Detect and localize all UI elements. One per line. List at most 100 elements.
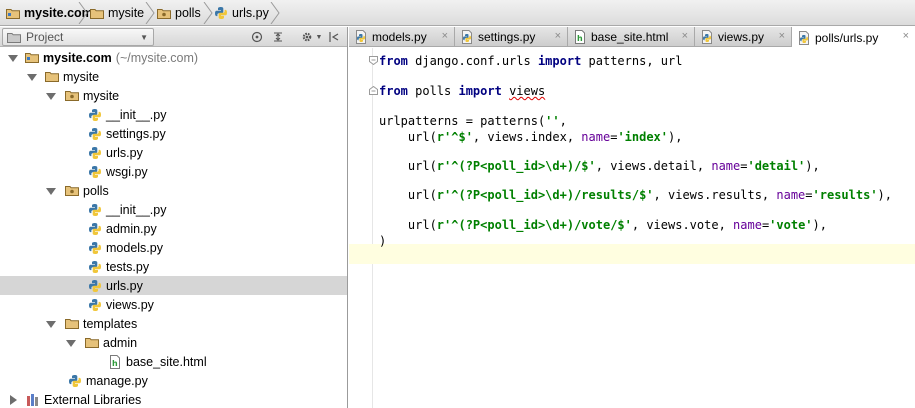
tree-item-label: polls (83, 183, 109, 198)
code-token: url( (379, 159, 437, 173)
project-view-selector[interactable]: Project ▼ (2, 28, 154, 46)
tree-row-folder[interactable]: mysite (0, 67, 347, 86)
tree-item-path: (~/mysite.com) (115, 50, 199, 65)
tree-row-folder[interactable]: admin (0, 333, 347, 352)
close-tab-icon[interactable]: × (682, 30, 688, 42)
code-token: django.conf.urls (407, 54, 538, 68)
tab-polls-urls-py[interactable]: polls/urls.py × (792, 27, 915, 48)
code-line-3: urlpatterns = patterns('', (379, 113, 567, 129)
code-token: ) (379, 234, 387, 248)
kwarg-token: name (581, 130, 611, 144)
string-token: 'detail' (747, 159, 806, 173)
python-file-icon (88, 298, 102, 312)
code-token: , (559, 114, 567, 128)
tree-row-file[interactable]: h base_site.html (0, 352, 347, 371)
folder-icon (85, 337, 99, 348)
python-file-icon (88, 241, 102, 255)
python-file-icon (214, 6, 228, 20)
tree-row-file[interactable]: tests.py (0, 257, 347, 276)
unused-import-warning[interactable]: views (509, 84, 545, 98)
tree-row-file[interactable]: __init__.py (0, 105, 347, 124)
tree-item-label: mysite (83, 88, 120, 103)
python-file-icon (88, 146, 102, 160)
code-token: ), (668, 130, 683, 144)
project-view-icon (7, 32, 21, 43)
expand-arrow-icon[interactable] (46, 319, 56, 329)
string-token: '' (545, 114, 560, 128)
close-tab-icon[interactable]: × (779, 30, 785, 42)
collapse-all-icon[interactable] (270, 29, 286, 45)
code-line-7: url(r'^(?P<poll_id>\d+)/vote/$', views.v… (379, 217, 827, 233)
tab-settings-py[interactable]: settings.py × (455, 27, 568, 47)
svg-text:h: h (577, 34, 583, 43)
tree-row-folder[interactable]: templates (0, 314, 347, 333)
tree-item-label: models.py (106, 240, 163, 255)
folder-icon (45, 71, 59, 82)
expand-arrow-icon[interactable] (46, 91, 56, 101)
string-token: r'^(?P<poll_id>\d+)/$' (436, 159, 596, 173)
expand-arrow-icon[interactable] (66, 338, 76, 348)
kwarg-token: name (733, 218, 762, 232)
tree-row-file[interactable]: __init__.py (0, 200, 347, 219)
code-token: , views.index, (472, 130, 582, 144)
collapse-arrow-icon[interactable] (8, 395, 18, 405)
html-file-icon: h (573, 30, 587, 44)
code-editor: models.py × settings.py × h base_site.ht… (349, 27, 915, 408)
breadcrumb-item-mysite[interactable]: mysite (84, 0, 144, 26)
gutter-divider (372, 48, 373, 408)
settings-dropdown-icon[interactable]: ▼ (311, 29, 327, 45)
code-token: , views.detail, (595, 159, 712, 173)
close-tab-icon[interactable]: × (555, 30, 561, 42)
hide-panel-icon[interactable] (326, 29, 342, 45)
project-panel-header: Project ▼ ▼ (0, 27, 347, 47)
svg-text:h: h (112, 359, 118, 368)
expand-arrow-icon[interactable] (27, 72, 37, 82)
tab-views-py[interactable]: views.py × (695, 27, 792, 47)
library-icon (26, 393, 40, 407)
python-file-icon (460, 30, 474, 44)
tree-row-file[interactable]: admin.py (0, 219, 347, 238)
tree-row-file[interactable]: views.py (0, 295, 347, 314)
navigation-breadcrumb: mysite.com mysite polls urls.py (0, 0, 915, 26)
tree-item-label: __init__.py (106, 107, 167, 122)
tree-item-label: admin.py (106, 221, 157, 236)
expand-arrow-icon[interactable] (46, 186, 56, 196)
breadcrumb-item-polls[interactable]: polls (151, 0, 201, 26)
tree-item-label: mysite (63, 69, 100, 84)
expand-arrow-icon[interactable] (8, 53, 18, 63)
editor-gutter[interactable] (349, 48, 373, 408)
tree-row-package[interactable]: mysite (0, 86, 347, 105)
breadcrumb-item-urls[interactable]: urls.py (208, 0, 269, 26)
breadcrumb-item-label: urls.py (232, 6, 269, 20)
tree-row-project-root[interactable]: mysite.com (~/mysite.com) (0, 48, 347, 67)
tab-models-py[interactable]: models.py × (349, 27, 455, 47)
python-file-icon (88, 260, 102, 274)
tab-label: views.py (718, 30, 765, 44)
code-line-6: url(r'^(?P<poll_id>\d+)/results/$', view… (379, 187, 892, 203)
code-token: url( (379, 130, 437, 144)
folder-icon (90, 8, 104, 19)
string-token: 'index' (617, 130, 669, 144)
tree-row-external-libraries[interactable]: External Libraries (0, 390, 347, 408)
tree-row-file[interactable]: urls.py (0, 143, 347, 162)
tree-row-file[interactable]: settings.py (0, 124, 347, 143)
tab-label: settings.py (478, 30, 536, 44)
project-folder-icon (25, 52, 39, 63)
tree-item-label: wsgi.py (106, 164, 148, 179)
string-token: 'vote' (769, 218, 813, 232)
python-file-icon (700, 30, 714, 44)
python-file-icon (88, 203, 102, 217)
close-tab-icon[interactable]: × (442, 30, 448, 42)
tree-row-package[interactable]: polls (0, 181, 347, 200)
tree-row-file-selected[interactable]: urls.py (0, 276, 347, 295)
tab-label: base_site.html (591, 30, 669, 44)
tab-base-site-html[interactable]: h base_site.html × (568, 27, 695, 47)
close-tab-icon[interactable]: × (903, 30, 909, 42)
tree-row-file[interactable]: manage.py (0, 371, 347, 390)
fold-marker-icon[interactable] (369, 56, 378, 65)
fold-marker-icon[interactable] (369, 86, 378, 95)
tree-row-file[interactable]: wsgi.py (0, 162, 347, 181)
code-token: url( (379, 188, 437, 202)
scroll-from-source-icon[interactable] (249, 29, 265, 45)
tree-row-file[interactable]: models.py (0, 238, 347, 257)
